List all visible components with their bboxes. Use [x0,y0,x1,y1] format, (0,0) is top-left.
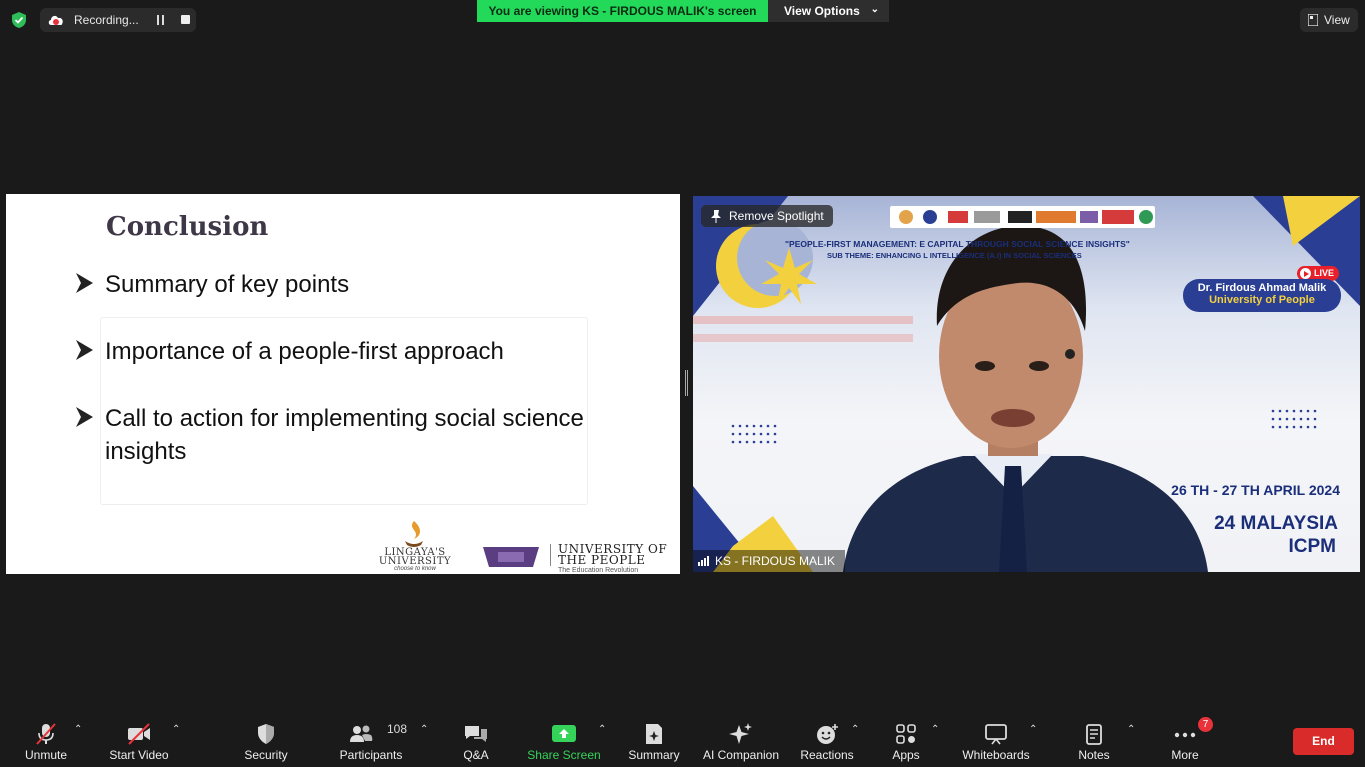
arrow-bullet-icon [76,273,93,293]
reactions-options-caret[interactable]: ⌃ [851,724,859,735]
recording-indicator[interactable]: Recording... [40,8,196,32]
apps-label: Apps [892,748,920,762]
share-screen-label: Share Screen [527,748,601,762]
shield-check-icon[interactable] [10,11,28,29]
flame-icon [405,521,423,547]
conference-name: 24 MALAYSIA [1214,513,1338,534]
apps-button[interactable]: Apps [886,718,926,767]
qa-chat-icon [465,726,487,742]
uopeople-tagline: The Education Revolution [558,567,639,574]
lingayas-tagline: choose to know [394,566,436,572]
ai-companion-label: AI Companion [702,748,780,762]
speaker-video-tile[interactable]: Remove Spotlight "PEOPLE-FIRST MANAGEMEN… [693,196,1360,572]
security-button[interactable]: Security [236,718,296,767]
chevron-down-icon: ⌄ [870,4,879,15]
reactions-button[interactable]: Reactions [798,718,856,767]
conference-acronym: ICPM [1288,536,1337,557]
participants-icon [349,725,372,742]
shared-screen: Conclusion Summary of key points Importa… [6,194,680,574]
end-meeting-button[interactable]: End [1293,728,1354,755]
view-layout-icon [1308,14,1318,26]
conference-date: 26 TH - 27 TH APRIL 2024 [1171,482,1340,498]
sparkle-icon [729,723,752,744]
conference-theme-text: "PEOPLE-FIRST MANAGEMENT: E CAPITAL THRO… [785,239,1130,249]
pane-splitter-handle[interactable] [685,370,688,396]
share-screen-arrow-icon [552,725,576,742]
speaker-org: University of People [1209,294,1315,306]
ai-companion-button[interactable]: AI Companion [700,718,782,767]
signal-bars-icon [698,556,709,566]
microphone-muted-icon [36,723,56,745]
stop-recording-button[interactable] [181,15,190,24]
notes-label: Notes [1078,748,1110,762]
whiteboards-options-caret[interactable]: ⌃ [1029,724,1037,735]
remove-spotlight-button[interactable]: Remove Spotlight [701,205,833,227]
share-screen-button[interactable]: Share Screen [526,718,602,767]
slide-title: Conclusion [106,212,269,242]
start-video-button[interactable]: Start Video [104,718,174,767]
lingayas-name: LINGAYA'S UNIVERSITY [378,547,452,567]
unmute-button[interactable]: Unmute [16,718,76,767]
uopeople-seal-icon [483,547,539,567]
emoji-plus-icon [817,724,838,744]
participants-options-caret[interactable]: ⌃ [420,724,428,735]
lingayas-logo: LINGAYA'S UNIVERSITY choose to know [374,521,456,572]
summary-button[interactable]: Summary [624,718,684,767]
start-video-label: Start Video [109,748,169,762]
pin-icon [711,210,721,223]
play-icon [1300,268,1311,279]
qa-button[interactable]: Q&A [456,718,496,767]
more-label: More [1171,748,1199,762]
reactions-label: Reactions [800,748,854,762]
unmute-label: Unmute [24,748,68,762]
notes-button[interactable]: Notes [1072,718,1116,767]
arrow-bullet-icon [76,340,93,360]
security-label: Security [244,748,288,762]
speaker-name-card: Dr. Firdous Ahmad Malik University of Pe… [1183,279,1341,312]
shield-icon [258,724,274,744]
view-button[interactable]: View [1300,8,1358,32]
whiteboards-label: Whiteboards [962,748,1030,762]
apps-grid-icon [896,724,916,744]
bullet-text: Summary of key points [105,271,350,298]
participants-count: 108 [387,722,408,736]
remove-spotlight-label: Remove Spotlight [729,209,824,223]
audio-options-caret[interactable]: ⌃ [74,724,82,735]
uopeople-logo: UNIVERSITY OF THE PEOPLE The Education R… [550,542,678,574]
participant-name: KS - FIRDOUS MALIK [715,554,836,568]
apps-options-caret[interactable]: ⌃ [931,724,939,735]
view-options-label: View Options [784,4,860,18]
cloud-record-icon [48,15,63,25]
notes-options-caret[interactable]: ⌃ [1127,724,1135,735]
sponsor-logos-strip [899,210,1153,224]
video-camera-off-icon [128,723,150,745]
participants-label: Participants [339,748,403,762]
uopeople-name: UNIVERSITY OF THE PEOPLE [558,542,668,567]
whiteboard-icon [985,724,1007,745]
conference-subtheme-text: SUB THEME: ENHANCING L INTELLIGENCE (A.I… [827,251,1082,260]
video-options-caret[interactable]: ⌃ [172,724,180,735]
qa-label: Q&A [463,748,489,762]
sponsor-logos [890,206,1155,228]
more-notification-badge: 7 [1198,717,1213,732]
pause-recording-button[interactable] [157,15,165,25]
arrow-bullet-icon [76,407,93,427]
whiteboards-button[interactable]: Whiteboards [958,718,1034,767]
summary-doc-icon [646,724,662,744]
participant-name-tag: KS - FIRDOUS MALIK [693,550,846,572]
view-label: View [1324,13,1350,27]
recording-label: Recording... [74,13,139,27]
bullet-text: Call to action for implementing social s… [105,405,584,465]
view-options-button[interactable]: View Options ⌄ [768,0,889,22]
bullet-text: Importance of a people-first approach [105,338,504,365]
notes-icon [1086,724,1102,745]
viewing-banner: You are viewing KS - FIRDOUS MALIK's scr… [477,0,768,22]
summary-label: Summary [628,748,680,762]
live-label: LIVE [1314,268,1335,278]
speaker-name: Dr. Firdous Ahmad Malik [1197,282,1327,294]
share-options-caret[interactable]: ⌃ [598,724,606,735]
more-dots-icon [1174,732,1196,738]
